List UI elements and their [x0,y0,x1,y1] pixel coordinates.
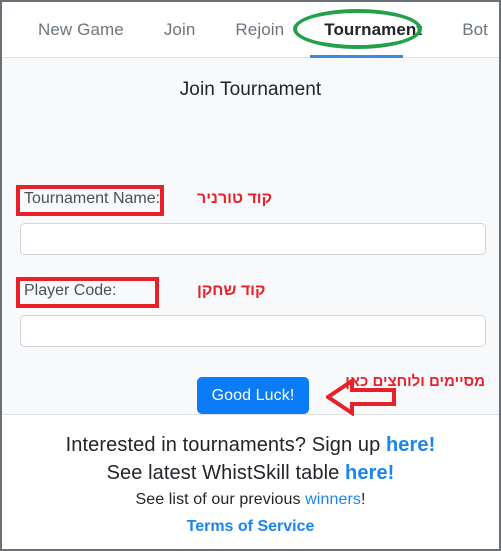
page-title: Join Tournament [179,79,322,100]
tournament-name-label: Tournament Name: [24,190,161,207]
footer-whistskill-link[interactable]: here! [345,462,394,484]
tournament-name-hebrew-note: קוד טורניר [197,190,273,207]
player-code-label: Player Code: [24,282,117,299]
footer-winners-link[interactable]: winners [305,491,361,508]
player-code-hebrew-note: קוד שחקן [197,282,266,299]
tournament-name-input[interactable] [20,223,486,255]
footer-signup-line: Interested in tournaments? Sign up here! [2,431,499,459]
tab-new-game[interactable]: New Game [36,16,126,44]
player-code-input[interactable] [20,315,486,347]
click-here-hebrew-note: מסיימים ולוחצים כאן [345,373,485,390]
footer-whistskill-text: See latest WhistSkill table [106,462,346,484]
footer-winners-prefix: See list of our previous [135,491,306,508]
tab-bar: New Game Join Rejoin Tournament Bot [2,2,499,58]
footer-tos-line: Terms of Service [2,513,499,541]
form-panel: Join Tournament Tournament Name: קוד טור… [2,58,499,417]
footer-winners-line: See list of our previous winners! [2,487,499,513]
footer-signup-text: Interested in tournaments? Sign up [65,434,386,456]
footer-whistskill-line: See latest WhistSkill table here! [2,459,499,487]
app-window: New Game Join Rejoin Tournament Bot Join… [0,0,501,551]
tab-bot[interactable]: Bot [460,16,490,44]
good-luck-submit-button[interactable]: Good Luck! [197,377,309,414]
tab-rejoin[interactable]: Rejoin [233,16,286,44]
footer-winners-suffix: ! [361,491,366,508]
footer-signup-link[interactable]: here! [386,434,435,456]
tab-list: New Game Join Rejoin Tournament Bot [2,2,499,57]
terms-of-service-link[interactable]: Terms of Service [187,518,315,535]
tab-tournament[interactable]: Tournament [322,16,424,44]
footer: Interested in tournaments? Sign up here!… [2,415,499,549]
tab-join[interactable]: Join [162,16,198,44]
